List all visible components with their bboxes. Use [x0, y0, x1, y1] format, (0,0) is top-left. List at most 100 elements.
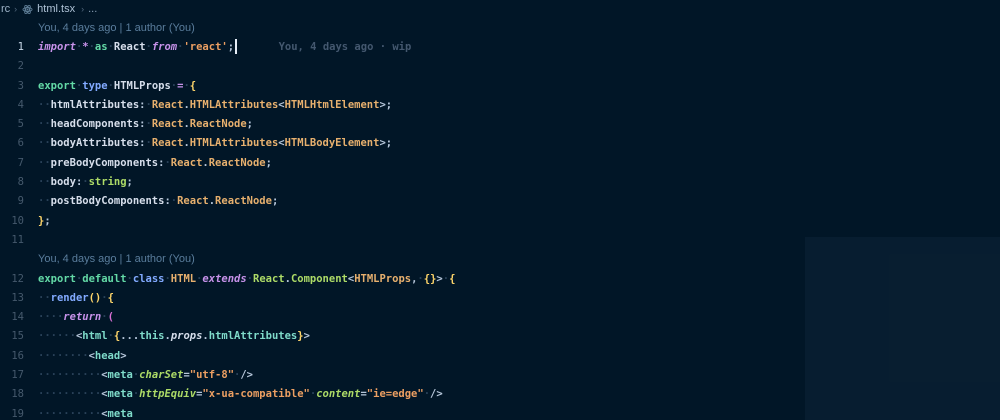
token: HTMLAttributes	[190, 137, 279, 149]
code-text: ··postBodyComponents:·React.ReactNode;	[38, 195, 278, 207]
code-text: export·type·HTMLProps·=·{	[38, 80, 196, 92]
token: Component	[291, 273, 348, 285]
token: React	[152, 118, 184, 130]
token: htmlAttributes	[209, 330, 298, 342]
breadcrumb: rc › html.tsx › ...	[0, 0, 1000, 18]
whitespace-dots: ··	[38, 99, 51, 111]
token: postBodyComponents	[51, 195, 165, 207]
code-line[interactable]: 10};	[0, 211, 1000, 230]
whitespace-dots: ··	[38, 118, 51, 130]
text-cursor	[235, 39, 237, 54]
token: React	[253, 273, 285, 285]
token: ;	[127, 176, 133, 188]
token: >	[304, 330, 310, 342]
breadcrumb-folder[interactable]: rc	[1, 3, 10, 15]
token: htmlAttributes	[51, 99, 140, 111]
token: bodyAttributes	[51, 137, 140, 149]
token: from	[152, 41, 177, 53]
line-number[interactable]: 11	[0, 234, 24, 246]
token: headComponents	[51, 118, 140, 130]
token: />	[430, 388, 443, 400]
token: ReactNode	[215, 195, 272, 207]
chevron-right-icon: ›	[14, 4, 17, 14]
token: HTMLBodyElement	[285, 137, 380, 149]
code-text: ··········<meta	[38, 408, 133, 420]
code-line[interactable]: 2	[0, 57, 1000, 76]
whitespace-dots: ··	[38, 195, 51, 207]
breadcrumb-symbol[interactable]: ...	[88, 3, 97, 15]
line-number[interactable]: 3	[0, 80, 24, 92]
line-number[interactable]: 16	[0, 350, 24, 362]
token: >	[120, 350, 126, 362]
code-text: ··htmlAttributes:·React.HTMLAttributes<H…	[38, 99, 392, 111]
line-number[interactable]: 1	[0, 41, 24, 53]
token: string	[89, 176, 127, 188]
whitespace-dots: ········	[38, 350, 89, 362]
line-number[interactable]: 18	[0, 388, 24, 400]
line-number[interactable]: 14	[0, 311, 24, 323]
token: React	[114, 41, 146, 53]
token: ;	[247, 118, 253, 130]
token: meta	[108, 369, 133, 381]
token: ReactNode	[190, 118, 247, 130]
line-number[interactable]: 15	[0, 330, 24, 342]
codelens-row[interactable]: You, 4 days ago | 1 author (You)	[0, 18, 1000, 37]
code-text: ··········<meta·charSet="utf-8"·/>	[38, 369, 253, 381]
codelens-blame-link[interactable]: You, 4 days ago | 1 author (You)	[38, 22, 195, 34]
line-number[interactable]: 7	[0, 157, 24, 169]
token: meta	[108, 388, 133, 400]
code-line[interactable]: 7··preBodyComponents:·React.ReactNode;	[0, 153, 1000, 172]
token: html	[82, 330, 107, 342]
code-line[interactable]: 1import·*·as·React·from·'react';You, 4 d…	[0, 37, 1000, 56]
code-text: ····return·(	[38, 311, 114, 323]
token: meta	[108, 408, 133, 420]
line-number[interactable]: 17	[0, 369, 24, 381]
token: ;	[228, 41, 234, 53]
line-number[interactable]: 9	[0, 195, 24, 207]
token: import	[38, 41, 76, 53]
codelens-blame-link[interactable]: You, 4 days ago | 1 author (You)	[38, 253, 195, 265]
code-line[interactable]: 4 ··htmlAttributes:·React.HTMLAttributes<…	[0, 95, 1000, 114]
token: ;	[266, 157, 272, 169]
token: default	[82, 273, 126, 285]
whitespace-dots: ··········	[38, 369, 101, 381]
token: ReactNode	[209, 157, 266, 169]
line-number[interactable]: 6	[0, 137, 24, 149]
token: {	[190, 80, 196, 92]
token: React	[177, 195, 209, 207]
code-line[interactable]: 5··headComponents:·React.ReactNode;	[0, 114, 1000, 133]
code-line[interactable]: 8 ··body:·string;	[0, 172, 1000, 191]
line-number[interactable]: 5	[0, 118, 24, 130]
breadcrumb-file[interactable]: html.tsx	[37, 3, 75, 15]
react-file-icon	[21, 4, 35, 15]
token: charSet	[139, 369, 183, 381]
line-number[interactable]: 19	[0, 408, 24, 420]
token: React	[152, 137, 184, 149]
code-line[interactable]: 3 export·type·HTMLProps·=·{	[0, 76, 1000, 95]
line-number[interactable]: 13	[0, 292, 24, 304]
token: as	[95, 41, 108, 53]
token: HTMLHtmlElement	[285, 99, 380, 111]
code-line[interactable]: 6··bodyAttributes:·React.HTMLAttributes<…	[0, 134, 1000, 153]
code-text: ··········<meta·httpEquiv="x-ua-compatib…	[38, 388, 443, 400]
line-number[interactable]: 2	[0, 60, 24, 72]
token: {	[108, 292, 114, 304]
line-number[interactable]: 4	[0, 99, 24, 111]
token: "utf-8"	[190, 369, 234, 381]
code-text: ··body:·string;	[38, 176, 133, 188]
token: HTML	[171, 273, 196, 285]
token: preBodyComponents	[51, 157, 158, 169]
token: class	[133, 273, 165, 285]
token: HTMLProps	[114, 80, 171, 92]
line-number[interactable]: 10	[0, 215, 24, 227]
code-line[interactable]: 9 ··postBodyComponents:·React.ReactNode;	[0, 192, 1000, 211]
token: React	[152, 99, 184, 111]
token: this	[139, 330, 164, 342]
token: extends	[202, 273, 246, 285]
code-text: ······<html·{...this.props.htmlAttribute…	[38, 330, 310, 342]
whitespace-dots: ··	[38, 137, 51, 149]
whitespace-dots: ··········	[38, 408, 101, 420]
line-number[interactable]: 12	[0, 273, 24, 285]
line-number[interactable]: 8	[0, 176, 24, 188]
token: export	[38, 273, 76, 285]
